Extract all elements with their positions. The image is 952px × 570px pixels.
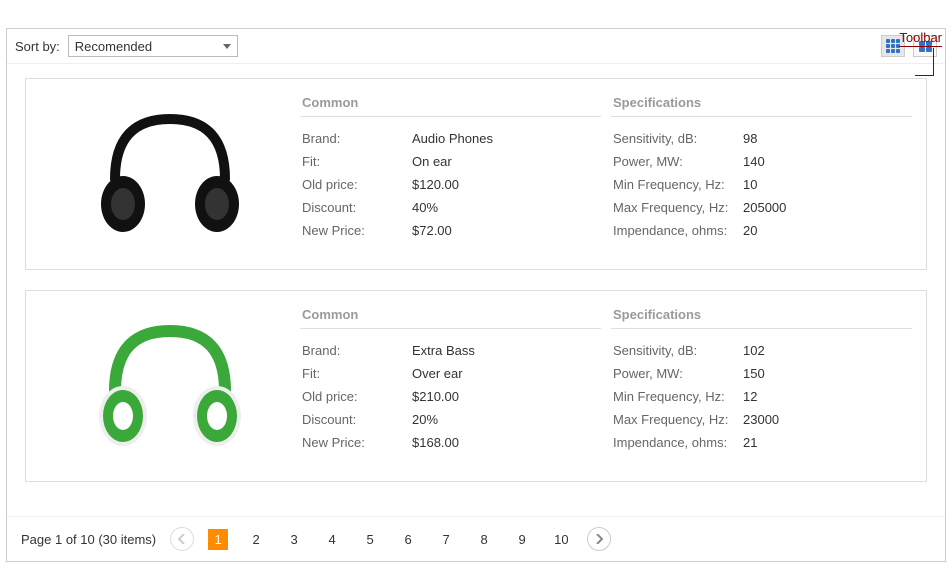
field-label: Min Frequency, Hz: [613, 177, 743, 192]
field-label: Discount: [302, 200, 412, 215]
list-item: Common Brand:Extra Bass Fit:Over ear Old… [25, 290, 927, 482]
field-label: Discount: [302, 412, 412, 427]
common-section: Common Brand:Extra Bass Fit:Over ear Old… [300, 301, 601, 454]
page-number[interactable]: 1 [208, 529, 228, 550]
pager: Page 1 of 10 (30 items) 1 2 3 4 5 6 7 8 … [7, 516, 945, 561]
common-section: Common Brand:Audio Phones Fit:On ear Old… [300, 89, 601, 242]
field-label: Brand: [302, 131, 412, 146]
field-label: Max Frequency, Hz: [613, 200, 743, 215]
annotation-line [932, 48, 934, 76]
field-value: 98 [743, 131, 757, 146]
headphones-green-icon [85, 311, 255, 461]
field-value: $210.00 [412, 389, 459, 404]
field-label: Impendance, ohms: [613, 223, 743, 238]
page-number[interactable]: 7 [436, 529, 456, 550]
product-image [40, 301, 300, 471]
page-number[interactable]: 5 [360, 529, 380, 550]
sort-by-label: Sort by: [15, 39, 60, 54]
toolbar: Sort by: Recomended [7, 29, 945, 64]
field-value: 20 [743, 223, 757, 238]
field-label: Sensitivity, dB: [613, 343, 743, 358]
page-number[interactable]: 2 [246, 529, 266, 550]
section-title: Specifications [611, 89, 912, 117]
field-label: Power, MW: [613, 366, 743, 381]
page-list: 1 2 3 4 5 6 7 8 9 10 [208, 529, 572, 550]
prev-page-button[interactable] [170, 527, 194, 551]
field-value: 205000 [743, 200, 786, 215]
section-title: Specifications [611, 301, 912, 329]
items-content: Common Brand:Audio Phones Fit:On ear Old… [7, 64, 945, 516]
page-number[interactable]: 10 [550, 529, 572, 550]
chevron-right-icon [595, 534, 603, 544]
chevron-down-icon [223, 44, 231, 49]
field-label: Fit: [302, 154, 412, 169]
field-value: $72.00 [412, 223, 452, 238]
main-panel: Sort by: Recomended [6, 28, 946, 562]
section-title: Common [300, 89, 601, 117]
field-label: Old price: [302, 177, 412, 192]
product-image [40, 89, 300, 259]
field-label: Sensitivity, dB: [613, 131, 743, 146]
field-value: 21 [743, 435, 757, 450]
pager-status: Page 1 of 10 (30 items) [21, 532, 156, 547]
specs-section: Specifications Sensitivity, dB:102 Power… [611, 301, 912, 454]
page-number[interactable]: 4 [322, 529, 342, 550]
field-value: Extra Bass [412, 343, 475, 358]
field-value: 12 [743, 389, 757, 404]
field-label: Brand: [302, 343, 412, 358]
field-label: New Price: [302, 435, 412, 450]
field-label: Min Frequency, Hz: [613, 389, 743, 404]
field-value: 20% [412, 412, 438, 427]
field-value: Audio Phones [412, 131, 493, 146]
page-number[interactable]: 9 [512, 529, 532, 550]
field-value: $168.00 [412, 435, 459, 450]
field-value: 102 [743, 343, 765, 358]
field-label: Old price: [302, 389, 412, 404]
annotation-label: Toolbar [899, 30, 942, 47]
chevron-left-icon [178, 534, 186, 544]
field-value: Over ear [412, 366, 463, 381]
next-page-button[interactable] [587, 527, 611, 551]
list-item: Common Brand:Audio Phones Fit:On ear Old… [25, 78, 927, 270]
sort-dropdown[interactable]: Recomended [68, 35, 238, 57]
field-value: 150 [743, 366, 765, 381]
field-value: 140 [743, 154, 765, 169]
field-value: $120.00 [412, 177, 459, 192]
field-value: 23000 [743, 412, 779, 427]
page-number[interactable]: 3 [284, 529, 304, 550]
page-number[interactable]: 8 [474, 529, 494, 550]
field-label: Impendance, ohms: [613, 435, 743, 450]
page-number[interactable]: 6 [398, 529, 418, 550]
field-label: Power, MW: [613, 154, 743, 169]
sort-dropdown-value: Recomended [75, 39, 152, 54]
section-title: Common [300, 301, 601, 329]
field-value: On ear [412, 154, 452, 169]
specs-section: Specifications Sensitivity, dB:98 Power,… [611, 89, 912, 242]
field-label: Fit: [302, 366, 412, 381]
field-value: 10 [743, 177, 757, 192]
field-label: Max Frequency, Hz: [613, 412, 743, 427]
headphones-black-icon [85, 99, 255, 249]
field-value: 40% [412, 200, 438, 215]
list-view-icon [886, 39, 900, 53]
field-label: New Price: [302, 223, 412, 238]
